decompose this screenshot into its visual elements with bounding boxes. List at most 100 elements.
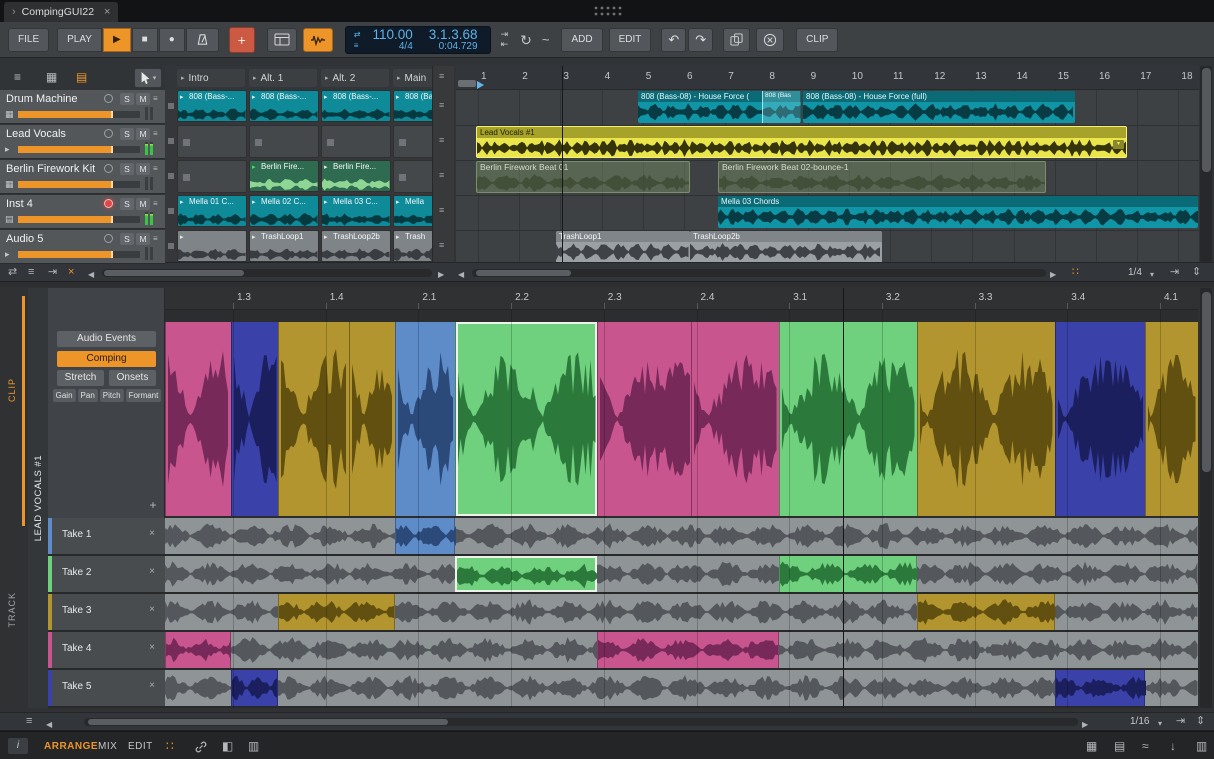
layout-selector-button[interactable]: [267, 28, 297, 52]
document-tab[interactable]: › CompingGUI22 ×: [4, 2, 118, 22]
editor-hzoom-icon[interactable]: ⇥: [1176, 715, 1185, 728]
timeline-scrollbar[interactable]: [472, 269, 1046, 277]
volume-slider[interactable]: [18, 216, 140, 223]
volume-slider[interactable]: [18, 146, 140, 153]
editor-ruler[interactable]: 1.31.42.12.22.32.43.13.23.33.44.1: [165, 288, 1198, 310]
arranger-clip[interactable]: TrashLoop2b: [690, 231, 882, 262]
ruler-scroll-handle[interactable]: [458, 80, 476, 87]
timeline-scroll-thumb[interactable]: [476, 270, 571, 276]
add-button[interactable]: ADD: [561, 28, 602, 52]
track-header[interactable]: ▤Inst 4SM≡: [0, 195, 165, 229]
mute-button[interactable]: M: [136, 198, 150, 210]
close-icon[interactable]: ×: [104, 6, 110, 18]
comping-button[interactable]: Comping: [57, 351, 156, 367]
copy-button[interactable]: [723, 28, 750, 52]
tab-track[interactable]: TRACK: [2, 560, 22, 660]
tab-arrange[interactable]: ARRANGE: [44, 741, 98, 752]
comp-region[interactable]: [779, 322, 917, 516]
swap-icon[interactable]: ⇄: [8, 266, 17, 279]
layers-icon[interactable]: ≡: [26, 715, 32, 728]
remove-take-icon[interactable]: ×: [149, 680, 155, 691]
slot-gutter-stop[interactable]: [168, 243, 174, 249]
take-header[interactable]: Take 1×: [48, 518, 165, 554]
comp-region[interactable]: [597, 322, 691, 516]
take-header[interactable]: Take 5×: [48, 670, 165, 706]
arranger-clip[interactable]: Mella 03 Chords: [718, 196, 1198, 228]
track-options-icon[interactable]: ≡: [439, 100, 444, 110]
slot-gutter-stop[interactable]: [168, 208, 174, 214]
import-icon[interactable]: ↓: [1170, 739, 1176, 753]
comp-region[interactable]: [691, 322, 779, 516]
take-segment[interactable]: [455, 556, 597, 592]
arranger-clip[interactable]: Berlin Firework Beat 01: [476, 161, 690, 193]
comp-region-lane[interactable]: [165, 322, 1198, 516]
follow-icon[interactable]: ⇥: [48, 266, 57, 279]
empty-clip-slot[interactable]: [249, 125, 319, 158]
remove-take-icon[interactable]: ×: [149, 566, 155, 577]
mute-button[interactable]: M: [136, 233, 150, 245]
scene-dots-icon[interactable]: ∷: [1072, 266, 1079, 279]
track-header[interactable]: ▸Lead VocalsSM≡: [0, 125, 165, 159]
empty-clip-slot[interactable]: [177, 125, 247, 158]
metronome-button[interactable]: [186, 28, 219, 52]
scene-header[interactable]: ▸Intro: [177, 69, 245, 87]
columns-icon[interactable]: ▥: [248, 739, 259, 753]
stretch-button[interactable]: Stretch: [57, 370, 104, 386]
clip-slot[interactable]: ▸808 (Bass-...: [177, 90, 247, 122]
clip-slot[interactable]: ▸Berlin Fire...: [249, 160, 319, 192]
clip-slot[interactable]: ▸808 (Bass-...: [321, 90, 391, 122]
clip-slot[interactable]: ▸Mella 03 C...: [321, 195, 391, 227]
arranger-panel-icon[interactable]: ▤: [1114, 739, 1125, 753]
tempo-section[interactable]: 110.00 4/4: [364, 28, 420, 52]
time-display[interactable]: 0:04.729: [439, 41, 478, 52]
pitch-button[interactable]: Pitch: [100, 389, 124, 402]
tempo-display[interactable]: 110.00: [372, 28, 412, 41]
take-segment[interactable]: [278, 594, 395, 630]
edit-button[interactable]: EDIT: [609, 28, 652, 52]
take-lane[interactable]: [165, 594, 1198, 630]
record-arm-button[interactable]: [104, 164, 113, 173]
take-segment[interactable]: [231, 670, 278, 706]
clip-slot[interactable]: ▸Mella 02 C...: [249, 195, 319, 227]
loop-button[interactable]: ↻: [520, 33, 532, 47]
clip-button[interactable]: CLIP: [796, 28, 838, 52]
lanes-icon[interactable]: ≡: [28, 266, 34, 279]
project-menu-icon[interactable]: ≡: [14, 70, 21, 84]
clip-slot[interactable]: ▸TrashLoop1: [249, 230, 319, 262]
editor-grid-caret-icon[interactable]: ▾: [1158, 717, 1162, 730]
redo-button[interactable]: ↷: [688, 28, 713, 52]
clip-slot[interactable]: ▸Mella: [393, 195, 432, 227]
track-header[interactable]: ▸Audio 5SM≡: [0, 230, 165, 264]
clip-slot[interactable]: ▸808 (Bass-...: [393, 90, 432, 122]
editor-vscroll-thumb[interactable]: [1202, 292, 1211, 472]
scene-header[interactable]: ▸Alt. 2: [321, 69, 389, 87]
take-segment[interactable]: [779, 556, 917, 592]
audio-events-button[interactable]: Audio Events: [57, 331, 156, 347]
comp-region[interactable]: [395, 322, 455, 516]
clip-sub-take[interactable]: 808 (Bas: [762, 91, 800, 123]
remove-take-icon[interactable]: ×: [149, 604, 155, 615]
editor-scroll-left-icon[interactable]: ◀: [46, 718, 52, 731]
clip-slot[interactable]: ▸Trash: [393, 230, 432, 262]
volume-slider[interactable]: [18, 251, 140, 258]
clip-launcher-panel-icon[interactable]: ▦: [1086, 739, 1097, 753]
arranger-clip[interactable]: TrashLoop1: [556, 231, 690, 262]
track-header[interactable]: ▦Drum MachineSM≡: [0, 90, 165, 124]
comp-region[interactable]: [1145, 322, 1198, 516]
slots-scroll-left-icon[interactable]: ◀: [88, 268, 94, 281]
solo-button[interactable]: S: [120, 93, 134, 105]
mute-button[interactable]: M: [136, 128, 150, 140]
mute-button[interactable]: M: [136, 93, 150, 105]
tab-edit[interactable]: EDIT: [128, 741, 153, 752]
arranger-timeline[interactable]: 123456789101112131415161718808 (Bass-08)…: [456, 66, 1199, 262]
delete-button[interactable]: [756, 28, 784, 52]
take-header[interactable]: Take 4×: [48, 632, 165, 668]
take-segment[interactable]: [395, 518, 455, 554]
mute-button[interactable]: M: [136, 163, 150, 175]
slots-scroll-right-icon[interactable]: ▶: [438, 268, 444, 281]
clip-slot[interactable]: ▸Mella 01 C...: [177, 195, 247, 227]
record-arm-button[interactable]: [104, 199, 113, 208]
clip-slot[interactable]: ▸Berlin Fire...: [321, 160, 391, 192]
arranger-clip[interactable]: 808 (Bass-08) - House Force (808 (Bas: [638, 91, 801, 123]
slots-scrollbar[interactable]: [102, 269, 432, 277]
